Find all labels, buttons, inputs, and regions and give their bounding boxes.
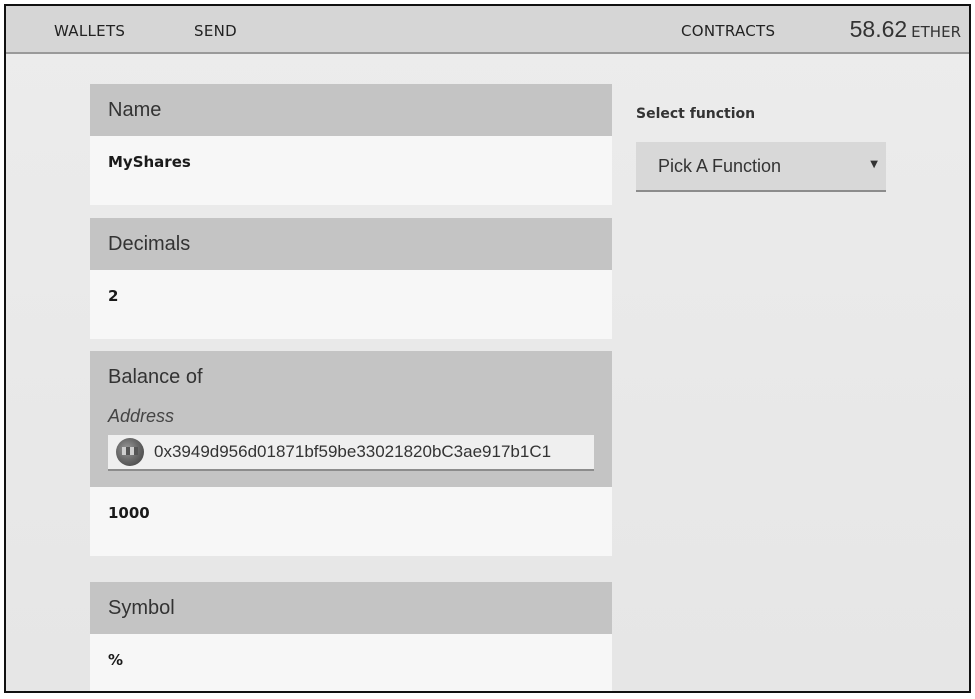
field-value: MyShares [108, 153, 191, 171]
nav-send[interactable]: SEND [194, 22, 237, 40]
address-input-value: 0x3949d956d01871bf59be33021820bC3ae917b1… [154, 442, 552, 461]
nav-wallets[interactable]: WALLETS [54, 22, 125, 40]
field-value: 2 [108, 287, 119, 305]
field-header: Decimals [90, 218, 612, 270]
nav-contracts[interactable]: CONTRACTS [681, 22, 775, 40]
field-header: Symbol [90, 582, 612, 634]
contract-field-name: Name MyShares [90, 84, 612, 205]
address-argument-label: Address [108, 406, 175, 426]
contract-field-symbol: Symbol % [90, 582, 612, 691]
account-balance[interactable]: 58.62 ETHER [850, 16, 961, 43]
contract-field-balance-of: Balance of Address 0x3949d956d01871bf59b… [90, 351, 612, 556]
contract-field-decimals: Decimals 2 [90, 218, 612, 339]
field-header: Balance of Address 0x3949d956d01871bf59b… [90, 351, 612, 487]
function-select[interactable]: Pick A Function ▼ [636, 142, 886, 192]
balance-amount: 58.62 [849, 16, 908, 42]
function-select-value: Pick A Function [658, 156, 782, 176]
field-value: 1000 [108, 504, 150, 522]
field-value: % [108, 651, 124, 669]
field-header: Name [90, 84, 612, 136]
field-title: Decimals [108, 233, 191, 255]
field-result: MyShares [90, 136, 612, 205]
caret-down-icon: ▼ [870, 159, 878, 170]
app-window: WALLETS SEND CONTRACTS 58.62 ETHER Name M… [4, 4, 971, 693]
field-result: % [90, 634, 612, 691]
top-navigation-bar: WALLETS SEND CONTRACTS 58.62 ETHER [6, 6, 969, 54]
identicon-avatar [116, 438, 144, 466]
field-title: Symbol [108, 597, 175, 619]
field-result: 1000 [90, 487, 612, 556]
field-title: Name [108, 99, 162, 121]
field-title: Balance of [108, 366, 203, 388]
balance-unit: ETHER [911, 23, 961, 41]
field-result: 2 [90, 270, 612, 339]
address-input[interactable]: 0x3949d956d01871bf59be33021820bC3ae917b1… [108, 435, 594, 471]
select-function-label: Select function [636, 106, 756, 122]
